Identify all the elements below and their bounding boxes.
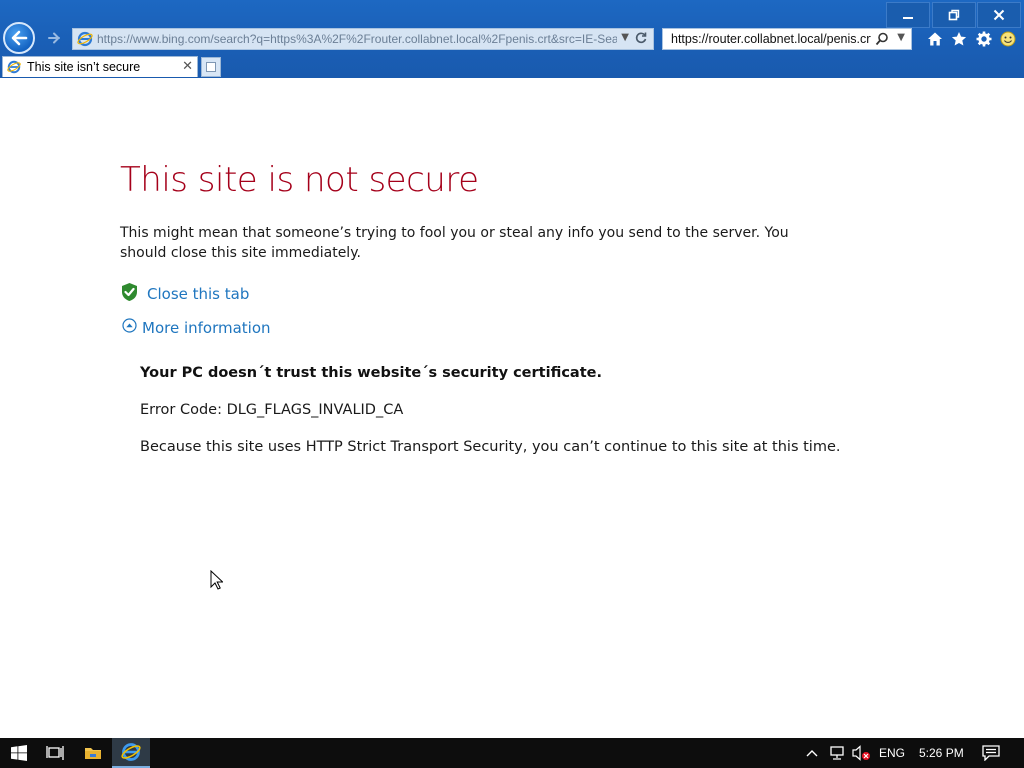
home-icon [928, 32, 942, 46]
back-arrow-icon [11, 30, 28, 46]
warning-description: This might mean that someone’s trying to… [120, 225, 789, 261]
favorites-star-icon [951, 32, 967, 46]
search-input[interactable]: https://router.collabnet.local/penis.crt [671, 32, 871, 46]
tab-close-icon[interactable]: ✕ [182, 59, 193, 74]
ie-logo-icon [121, 743, 141, 761]
forward-button[interactable] [44, 28, 64, 48]
start-button[interactable] [0, 738, 38, 768]
minimize-icon [903, 17, 913, 19]
new-tab-icon [206, 62, 216, 72]
ie-tab-favicon-icon [7, 60, 21, 74]
internet-explorer-taskbar-button[interactable] [112, 738, 150, 768]
home-button[interactable] [925, 29, 945, 49]
search-button[interactable] [875, 31, 889, 50]
back-button[interactable] [3, 22, 35, 54]
chevron-up-icon [806, 750, 818, 757]
certificate-error-title: Your PC doesn´t trust this website´s sec… [140, 365, 602, 381]
favorites-button[interactable] [949, 29, 969, 49]
smiley-feedback-icon [1000, 31, 1016, 47]
ie-logo-icon [77, 31, 93, 47]
browser-chrome: https://www.bing.com/search?q=https%3A%2… [0, 0, 1024, 78]
close-icon [993, 9, 1005, 21]
task-view-icon [46, 746, 64, 760]
network-tray-button[interactable] [829, 738, 847, 768]
search-dropdown-icon[interactable]: ▼ [897, 32, 905, 43]
restore-icon [948, 9, 960, 21]
task-view-button[interactable] [36, 738, 74, 768]
close-this-tab-link[interactable]: Close this tab [120, 282, 249, 306]
shield-check-icon [120, 282, 139, 306]
tools-gear-icon [976, 31, 992, 47]
volume-muted-icon [852, 745, 870, 761]
refresh-icon [635, 32, 647, 44]
address-dropdown-icon[interactable]: ▼ [621, 32, 629, 43]
taskbar: ENG 5:26 PM [0, 738, 1024, 768]
new-tab-button[interactable] [201, 57, 221, 77]
restore-button[interactable] [932, 2, 976, 28]
tab-title: This site isn’t secure [27, 60, 141, 74]
address-url[interactable]: https://www.bing.com/search?q=https%3A%2… [97, 32, 617, 46]
more-information-toggle[interactable]: More information [122, 318, 271, 337]
volume-tray-button[interactable] [852, 738, 872, 768]
refresh-button[interactable] [633, 30, 649, 50]
tools-button[interactable] [974, 29, 994, 49]
minimize-button[interactable] [886, 2, 930, 28]
network-icon [830, 746, 844, 760]
show-hidden-icons-button[interactable] [806, 738, 818, 768]
clock[interactable]: 5:26 PM [919, 738, 964, 768]
file-explorer-button[interactable] [74, 738, 112, 768]
search-box[interactable]: https://router.collabnet.local/penis.crt… [662, 28, 912, 50]
close-window-button[interactable] [977, 2, 1021, 28]
more-information-label[interactable]: More information [142, 319, 271, 337]
language-indicator[interactable]: ENG [879, 738, 905, 768]
forward-arrow-icon [48, 32, 60, 44]
tab-active[interactable]: This site isn’t secure ✕ [2, 56, 198, 77]
address-bar[interactable]: https://www.bing.com/search?q=https%3A%2… [72, 28, 654, 50]
page-title: This site is not secure [120, 160, 479, 200]
action-center-button[interactable] [982, 738, 1000, 768]
close-this-tab-label[interactable]: Close this tab [147, 285, 249, 303]
hsts-message: Because this site uses HTTP Strict Trans… [140, 439, 841, 455]
feedback-button[interactable] [998, 29, 1018, 49]
notification-icon [982, 745, 1000, 761]
search-icon [875, 32, 888, 46]
error-code: Error Code: DLG_FLAGS_INVALID_CA [140, 402, 404, 418]
folder-icon [85, 748, 101, 759]
error-page: This site is not secure This might mean … [0, 78, 1024, 738]
windows-logo-icon [11, 745, 27, 761]
chevron-up-circle-icon [122, 318, 137, 337]
mouse-cursor-icon [210, 569, 224, 594]
